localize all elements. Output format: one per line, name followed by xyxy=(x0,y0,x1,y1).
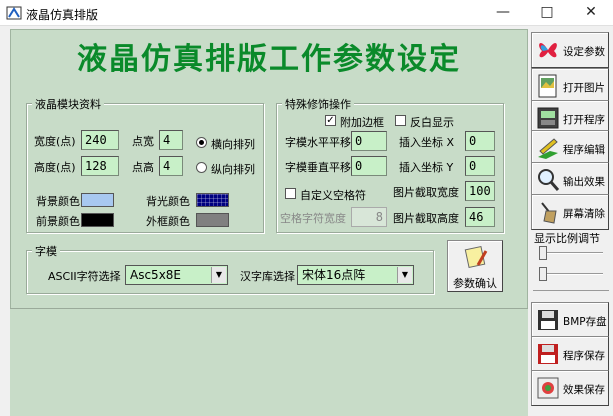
fg-color-label: 前景颜色 xyxy=(36,215,80,228)
ascii-select-label: ASCII字符选择 xyxy=(48,270,121,283)
dot-width-input[interactable]: 4 xyxy=(159,130,183,150)
bmp-save-button[interactable]: BMP存盘 xyxy=(531,302,609,338)
capture-width-input[interactable]: 100 xyxy=(465,181,495,201)
insert-y-label: 插入坐标 Y xyxy=(399,161,454,174)
space-width-input[interactable]: 8 xyxy=(351,207,387,227)
program-save-label: 程序保存 xyxy=(563,350,605,362)
font-group-label: 字模 xyxy=(32,243,60,259)
invert-checkbox[interactable] xyxy=(395,115,406,126)
minimize-button[interactable]: — xyxy=(481,0,525,26)
scale-y-slider[interactable] xyxy=(537,266,607,282)
divider xyxy=(533,290,609,291)
backlight-color-swatch[interactable] xyxy=(196,193,229,207)
ascii-select[interactable]: Asc5x8E ▼ xyxy=(125,265,228,285)
hanzi-select[interactable]: 宋体16点阵 ▼ xyxy=(297,265,414,285)
open-program-label: 打开程序 xyxy=(563,114,605,126)
clear-screen-label: 屏幕清除 xyxy=(563,208,605,220)
floppy-disk-icon xyxy=(538,344,558,364)
title-bar: 液晶仿真排版 — □ ✕ xyxy=(0,0,613,26)
image-file-icon xyxy=(538,74,557,98)
custom-space-label: 自定义空格符 xyxy=(300,189,366,202)
hshift-input[interactable]: 0 xyxy=(351,131,387,151)
ascii-select-value: Asc5x8E xyxy=(130,268,182,282)
hanzi-select-value: 宋体16点阵 xyxy=(302,268,366,282)
height-input[interactable]: 128 xyxy=(81,156,119,176)
effect-save-label: 效果保存 xyxy=(563,384,605,396)
vshift-input[interactable]: 0 xyxy=(351,156,387,176)
confirm-params-label: 参数确认 xyxy=(453,277,497,290)
custom-space-checkbox[interactable] xyxy=(285,188,296,199)
insert-x-label: 插入坐标 X xyxy=(399,136,455,149)
slider-thumb[interactable] xyxy=(539,246,547,260)
broom-icon xyxy=(541,202,557,224)
chevron-down-icon: ▼ xyxy=(397,267,412,283)
width-input[interactable]: 240 xyxy=(81,130,119,150)
scale-x-slider[interactable] xyxy=(537,245,607,261)
effect-save-button[interactable]: 效果保存 xyxy=(531,370,609,406)
insert-x-input[interactable]: 0 xyxy=(465,131,495,151)
edit-program-button[interactable]: 程序编辑 xyxy=(531,130,609,166)
open-image-label: 打开图片 xyxy=(563,82,605,94)
chevron-down-icon: ▼ xyxy=(211,267,226,283)
decoration-group-label: 特殊修饰操作 xyxy=(282,96,354,112)
horizontal-radio[interactable] xyxy=(196,137,207,148)
height-label: 高度(点) xyxy=(34,161,76,174)
page-title: 液晶仿真排版工作参数设定 xyxy=(77,42,461,77)
program-file-icon xyxy=(537,107,559,129)
program-save-button[interactable]: 程序保存 xyxy=(531,336,609,372)
insert-y-input[interactable]: 0 xyxy=(465,156,495,176)
width-label: 宽度(点) xyxy=(34,135,76,148)
capture-width-label: 图片截取宽度 xyxy=(393,186,459,199)
maximize-button[interactable]: □ xyxy=(525,0,569,26)
bg-color-swatch[interactable] xyxy=(81,193,114,207)
dot-height-input[interactable]: 4 xyxy=(159,156,183,176)
vertical-radio[interactable] xyxy=(196,162,207,173)
capture-height-label: 图片截取高度 xyxy=(393,212,459,225)
frame-color-label: 外框颜色 xyxy=(146,215,190,228)
vshift-label: 字模垂直平移 xyxy=(285,161,351,174)
vertical-radio-label: 纵向排列 xyxy=(211,163,255,176)
butterfly-icon xyxy=(539,43,557,58)
magnifier-icon xyxy=(538,169,560,191)
dot-width-label: 点宽 xyxy=(132,135,154,148)
output-effect-label: 输出效果 xyxy=(563,176,605,188)
space-width-label: 空格字符宽度 xyxy=(280,212,346,225)
edit-program-label: 程序编辑 xyxy=(563,144,605,156)
invert-label: 反白显示 xyxy=(410,116,454,129)
lcd-group-label: 液晶模块资料 xyxy=(32,96,104,112)
fg-color-swatch[interactable] xyxy=(81,213,114,227)
scale-label: 显示比例调节 xyxy=(534,232,600,245)
output-effect-button[interactable]: 输出效果 xyxy=(531,162,609,198)
frame-color-swatch[interactable] xyxy=(196,213,229,227)
note-pencil-icon xyxy=(464,245,488,269)
slider-thumb[interactable] xyxy=(539,267,547,281)
preview-area xyxy=(10,308,528,416)
bg-color-label: 背景颜色 xyxy=(36,195,80,208)
window-title: 液晶仿真排版 xyxy=(26,8,99,22)
capture-height-input[interactable]: 46 xyxy=(465,207,495,227)
hanzi-select-label: 汉字库选择 xyxy=(240,270,295,283)
add-border-checkbox[interactable]: ✓ xyxy=(325,115,336,126)
horizontal-radio-label: 横向排列 xyxy=(211,138,255,151)
edit-pencil-icon xyxy=(538,138,558,159)
app-icon xyxy=(6,6,22,20)
close-button[interactable]: ✕ xyxy=(569,0,613,26)
add-border-label: 附加边框 xyxy=(340,116,384,129)
floppy-disk-icon xyxy=(538,310,558,330)
confirm-params-button[interactable]: 参数确认 xyxy=(447,240,503,292)
set-params-label: 设定参数 xyxy=(563,46,605,58)
set-params-button[interactable]: 设定参数 xyxy=(531,32,609,68)
bmp-save-label: BMP存盘 xyxy=(563,316,607,328)
dot-height-label: 点高 xyxy=(132,161,154,174)
colorful-save-icon xyxy=(537,377,559,399)
backlight-color-label: 背光颜色 xyxy=(146,195,190,208)
clear-screen-button[interactable]: 屏幕清除 xyxy=(531,194,609,230)
hshift-label: 字模水平平移 xyxy=(285,136,351,149)
open-image-button[interactable]: 打开图片 xyxy=(531,68,609,104)
